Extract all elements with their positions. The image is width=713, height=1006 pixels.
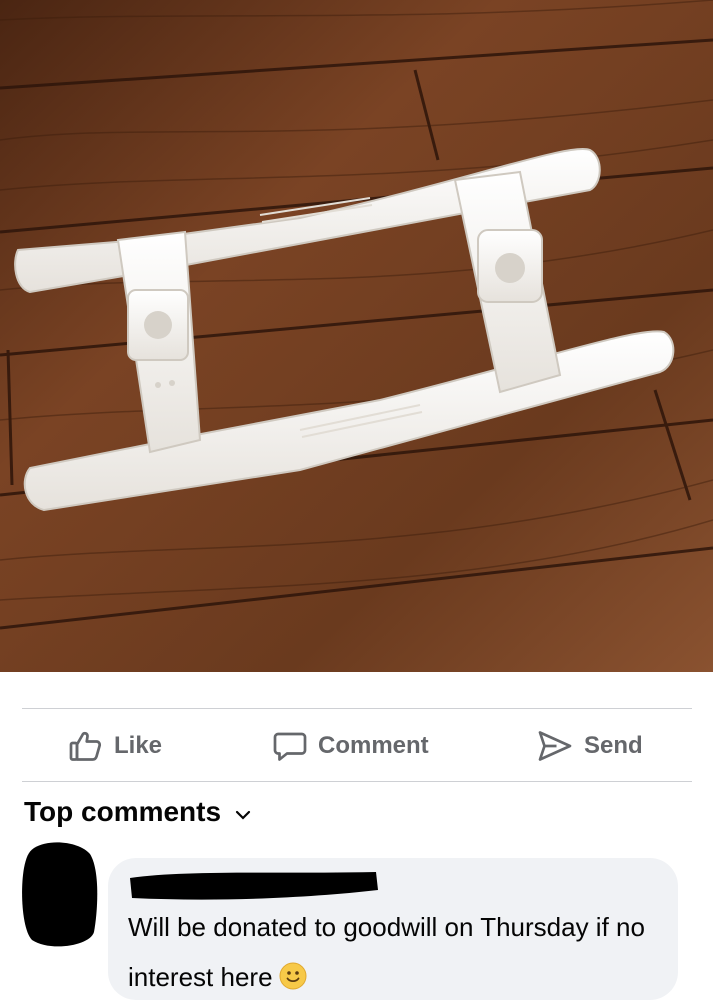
send-label: Send <box>584 732 643 759</box>
comment-text: Will be donated to goodwill on Thursday … <box>128 902 668 1006</box>
smiley-face-icon <box>279 956 307 1006</box>
avatar[interactable] <box>20 840 100 950</box>
post-photo[interactable] <box>0 0 713 672</box>
comment-sort-dropdown[interactable]: Top comments <box>24 796 251 828</box>
comment-sort-label: Top comments <box>24 796 222 827</box>
comment-bubble: Will be donated to goodwill on Thursday … <box>108 858 678 1000</box>
post-action-bar: Like Comment Send <box>0 711 713 781</box>
divider <box>22 708 692 709</box>
comment-button[interactable]: Comment <box>272 727 429 765</box>
divider <box>22 781 692 782</box>
speech-bubble-icon <box>272 728 308 764</box>
send-button[interactable]: Send <box>536 727 643 765</box>
thumbs-up-icon <box>68 728 104 764</box>
chevron-down-icon <box>235 796 251 828</box>
send-arrow-icon <box>536 728 574 764</box>
like-button[interactable]: Like <box>68 727 162 765</box>
comment-label: Comment <box>318 732 429 759</box>
like-label: Like <box>114 732 163 759</box>
